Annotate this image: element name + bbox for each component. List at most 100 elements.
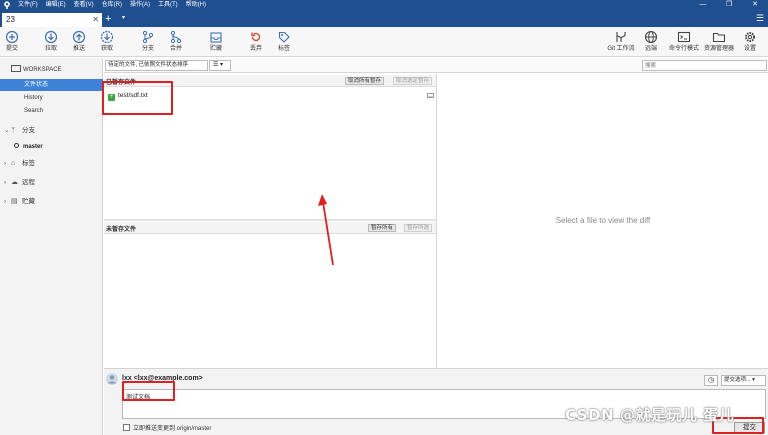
push-button[interactable]: 推送 (64, 30, 94, 53)
remote-label: 远端 (644, 46, 657, 52)
pull-label: 拉取 (44, 46, 57, 52)
menu-file[interactable]: 文件(F) (18, 1, 38, 9)
sidebar-section-tags[interactable]: › ⌂ 标签 (4, 159, 35, 169)
branches-label: 分支 (22, 127, 35, 134)
window-controls: — ❐ ✕ (690, 0, 768, 10)
push-label: 推送 (72, 46, 85, 52)
push-now-label: 立即推送变更到 origin/master (133, 426, 212, 432)
git-flow-button[interactable]: Git 工作流 (605, 30, 637, 53)
workspace-header: WORKSPACE (11, 65, 62, 73)
sidebar-section-stashes[interactable]: › ▤ 贮藏 (4, 197, 35, 207)
annotation-box-staged-file (102, 81, 173, 115)
sidebar-item-file-status[interactable]: 文件状态 (0, 79, 103, 91)
monitor-icon (11, 65, 21, 72)
remotes-label: 远程 (22, 179, 35, 186)
pull-button[interactable]: 拉取 (36, 30, 66, 53)
commit-label: 提交 (5, 46, 18, 52)
settings-button[interactable]: 设置 (736, 30, 764, 53)
title-bar: 文件(F) 编辑(E) 查看(V) 仓库(R) 操作(A) 工具(T) 帮助(H… (0, 0, 768, 10)
fetch-button[interactable]: 获取 (92, 30, 122, 53)
stash-icon: ▤ (11, 198, 18, 205)
file-filter-bar: 待定的文件, 已依照文件状态排序 ☰ ▾ (104, 58, 768, 73)
sidebar-section-remotes[interactable]: › ☁ 远程 (4, 178, 35, 188)
maximize-button[interactable]: ❐ (716, 0, 742, 10)
new-tab-button[interactable]: + (105, 13, 111, 25)
clock-icon[interactable]: ◷ (704, 375, 718, 386)
menu-repository[interactable]: 仓库(R) (102, 1, 122, 9)
minimize-button[interactable]: — (690, 0, 716, 10)
diff-viewer: Select a file to view the diff (436, 74, 768, 369)
unstaged-files-header: 未暂存文件 暂存所有 暂存所选 (104, 222, 436, 234)
git-flow-label: Git 工作流 (607, 46, 635, 52)
explorer-button[interactable]: 资源管理器 (703, 30, 735, 53)
file-sort-select[interactable]: 待定的文件, 已依照文件状态排序 (105, 60, 208, 71)
sidebar-item-label: 文件状态 (24, 82, 49, 88)
sidebar-branch-master[interactable]: master (14, 142, 43, 152)
search-input[interactable] (642, 60, 767, 71)
menu-help[interactable]: 帮助(H) (186, 1, 206, 9)
folder-icon (712, 32, 726, 43)
watermark-text: CSDN @就是玩儿 蛋儿 (565, 406, 735, 424)
menu-view[interactable]: 查看(V) (74, 1, 94, 9)
commit-icon (5, 30, 19, 44)
tab-close-icon[interactable]: ✕ (92, 13, 99, 27)
view-mode-select[interactable]: ☰ ▾ (209, 60, 231, 71)
terminal-button[interactable]: 命令行模式 (666, 30, 702, 53)
stage-selected-button[interactable]: 暂存所选 (404, 224, 433, 232)
tag-label: 标签 (277, 46, 290, 52)
tab-dropdown-icon[interactable]: ▾ (122, 14, 125, 21)
explorer-label: 资源管理器 (703, 46, 734, 52)
chevron-right-icon: › (4, 198, 7, 205)
chevron-right-icon: › (4, 160, 7, 167)
commit-options-select[interactable]: 提交选项... ▾ (721, 375, 766, 386)
unstage-selected-button[interactable]: 取消选定暂存 (393, 77, 433, 85)
file-options-icon[interactable]: — (427, 93, 434, 98)
annotation-box-message (122, 381, 175, 401)
sidebar-item-search[interactable]: Search (0, 105, 103, 117)
menu-actions[interactable]: 操作(A) (130, 1, 150, 9)
globe-icon (644, 30, 658, 44)
merge-label: 合并 (169, 46, 182, 52)
tab-bar: 23 ✕ + ▾ ☰ (0, 10, 768, 27)
discard-button[interactable]: 丢弃 (241, 30, 271, 53)
push-now-checkbox[interactable]: 立即推送变更到 origin/master (123, 423, 211, 432)
chevron-right-icon: › (4, 179, 7, 186)
toolbar: 提交 拉取 推送 获取 分支 合并 贮藏 丢弃 标签 Git 工作流 远端 命令… (0, 27, 768, 57)
remote-button[interactable]: 远端 (637, 30, 665, 53)
current-branch-icon (14, 143, 19, 148)
branch-button[interactable]: 分支 (133, 30, 163, 53)
tab-repo[interactable]: 23 ✕ (2, 13, 102, 27)
tag-button[interactable]: 标签 (269, 30, 299, 53)
checkbox-icon (123, 424, 130, 431)
sidebar-item-history[interactable]: History (0, 92, 103, 104)
merge-icon (170, 30, 182, 44)
chevron-down-icon: ⌄ (4, 127, 10, 134)
terminal-label: 命令行模式 (668, 46, 699, 52)
git-flow-icon (616, 32, 626, 42)
tags-label: 标签 (22, 160, 35, 167)
branch-icon: ᛘ (11, 127, 16, 134)
sidebar-item-label: History (24, 95, 43, 101)
sidebar: WORKSPACE 文件状态 History Search ⌄ ᛘ 分支 maste… (0, 58, 103, 435)
sourcetree-logo-icon (4, 1, 10, 9)
terminal-icon (677, 31, 691, 43)
discard-icon (251, 32, 261, 42)
close-window-button[interactable]: ✕ (742, 0, 768, 10)
stash-button[interactable]: 贮藏 (201, 30, 231, 53)
hamburger-menu-icon[interactable]: ☰ (756, 13, 764, 24)
gear-icon (745, 32, 755, 42)
menu-edit[interactable]: 编辑(E) (46, 1, 66, 9)
workspace-label: WORKSPACE (23, 67, 62, 73)
sidebar-section-branches[interactable]: ⌄ ᛘ 分支 (4, 126, 35, 136)
stash-label: 贮藏 (209, 46, 222, 52)
stage-all-button[interactable]: 暂存所有 (368, 224, 397, 232)
unstage-all-button[interactable]: 取消所有暂存 (345, 77, 385, 85)
fetch-label: 获取 (100, 46, 113, 52)
menu-tools[interactable]: 工具(T) (158, 1, 178, 9)
commit-button[interactable]: 提交 (0, 30, 27, 53)
merge-button[interactable]: 合并 (161, 30, 191, 53)
pane-splitter[interactable] (104, 219, 436, 221)
unstaged-files-title: 未暂存文件 (106, 227, 137, 233)
branch-name: master (23, 144, 43, 150)
tag-icon: ⌂ (11, 160, 16, 167)
